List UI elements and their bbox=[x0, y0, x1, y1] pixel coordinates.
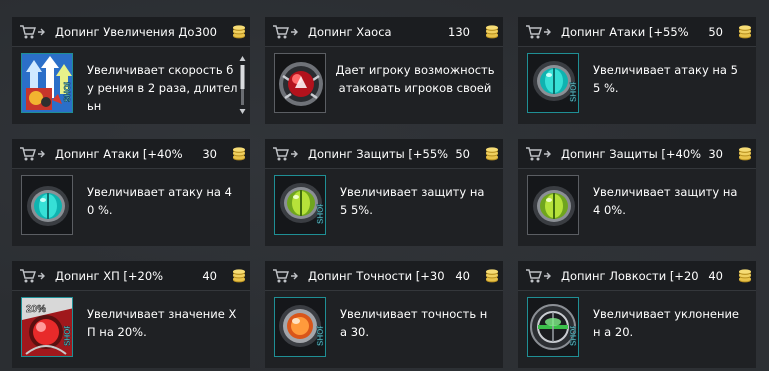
cyan-attack-orb-icon[interactable]: SHOP bbox=[527, 53, 579, 113]
shop-badge: SHOP bbox=[316, 326, 325, 346]
cyan-attack-orb-icon[interactable] bbox=[21, 175, 73, 235]
cart-arrow-icon[interactable] bbox=[19, 268, 46, 284]
item-header: Допинг ХП [+20% 40 bbox=[12, 261, 250, 291]
cart-arrow-icon[interactable] bbox=[525, 24, 552, 40]
cart-arrow-icon[interactable] bbox=[525, 146, 552, 162]
orange-accuracy-orb-icon[interactable]: SHOP bbox=[274, 297, 326, 357]
shop-badge: SHOP bbox=[569, 82, 578, 102]
item-description: Дает игроку возможность атаковать игроко… bbox=[335, 63, 495, 95]
coin-stack-icon bbox=[486, 25, 498, 39]
item-header: Допинг Атаки [+40% 30 bbox=[12, 139, 250, 169]
shop-badge: SHOP bbox=[63, 326, 72, 346]
item-header: Допинг Ловкости [+20 40 bbox=[518, 261, 756, 291]
shop-item-card[interactable]: Допинг Защиты [+40% 30 Увеличивает защит… bbox=[518, 139, 756, 246]
item-body: SHOP Увеличивает точность на 30. bbox=[265, 291, 503, 368]
item-description: Увеличивает значение Х П на 20%. bbox=[87, 307, 237, 339]
item-body: SHOP Увеличивает скорость бу рения в 2 р… bbox=[12, 47, 250, 124]
item-price: 40 bbox=[455, 269, 470, 283]
shop-badge: SHOP bbox=[316, 204, 325, 224]
svg-text:20%: 20% bbox=[26, 304, 46, 315]
svg-text:SHOP: SHOP bbox=[63, 82, 72, 102]
shop-item-card[interactable]: Допинг Защиты [+55% 50 SHOP Увеличивает … bbox=[265, 139, 503, 246]
item-header: Допинг Атаки [+55% 50 bbox=[518, 17, 756, 47]
item-body: SHOP Увеличивает защиту на 5 5%. bbox=[265, 169, 503, 246]
coin-stack-icon bbox=[233, 25, 245, 39]
shop-item-card[interactable]: Допинг Атаки [+40% 30 Увеличивает атаку … bbox=[12, 139, 250, 246]
cart-arrow-icon[interactable] bbox=[19, 146, 46, 162]
item-price: 30 bbox=[708, 147, 723, 161]
shop-badge: SHOP bbox=[569, 326, 578, 346]
cart-arrow-icon[interactable] bbox=[19, 24, 46, 40]
coin-stack-icon bbox=[233, 269, 245, 283]
item-header: Допинг Точности [+30 40 bbox=[265, 261, 503, 291]
item-body: Увеличивает защиту на 4 0%. bbox=[518, 169, 756, 246]
cart-arrow-icon[interactable] bbox=[272, 146, 299, 162]
cart-arrow-icon[interactable] bbox=[272, 24, 299, 40]
item-price: 50 bbox=[708, 25, 723, 39]
coin-stack-icon bbox=[486, 147, 498, 161]
item-header: Допинг Защиты [+40% 30 bbox=[518, 139, 756, 169]
item-header: Допинг Хаоса 130 bbox=[265, 17, 503, 47]
chaos-orb-icon[interactable] bbox=[274, 53, 326, 113]
item-header: Допинг Увеличения До.. 300 bbox=[12, 17, 250, 47]
shop-item-grid: Допинг Увеличения До.. 300 SHOP Увеличив… bbox=[12, 17, 756, 368]
item-price: 40 bbox=[708, 269, 723, 283]
svg-text:SHOP: SHOP bbox=[63, 326, 72, 346]
coin-stack-icon bbox=[739, 269, 751, 283]
item-price: 30 bbox=[202, 147, 217, 161]
item-description: Увеличивает атаку на 55 %. bbox=[593, 63, 738, 95]
cart-arrow-icon[interactable] bbox=[525, 268, 552, 284]
cart-arrow-icon[interactable] bbox=[272, 268, 299, 284]
doping-shop-panel: Допинг Увеличения До.. 300 SHOP Увеличив… bbox=[0, 0, 769, 371]
item-price: 40 bbox=[202, 269, 217, 283]
description-scrollbar[interactable] bbox=[238, 55, 247, 115]
item-description: Увеличивает защиту на 4 0%. bbox=[593, 185, 738, 217]
item-body: 20% SHOP Увеличивает значение Х П на 20%… bbox=[12, 291, 250, 368]
item-header: Допинг Защиты [+55% 50 bbox=[265, 139, 503, 169]
red-hp-orb-icon[interactable]: 20% SHOP bbox=[21, 297, 73, 357]
coin-stack-icon bbox=[739, 25, 751, 39]
coin-stack-icon bbox=[486, 269, 498, 283]
shop-item-card[interactable]: Допинг Хаоса 130 Дает игроку возможность… bbox=[265, 17, 503, 124]
item-description: Увеличивает уклонение н а 20. bbox=[593, 307, 740, 339]
item-description: Увеличивает точность на 30. bbox=[340, 307, 488, 339]
item-body: Увеличивает атаку на 40 %. bbox=[12, 169, 250, 246]
item-price: 300 bbox=[195, 25, 217, 39]
coin-stack-icon bbox=[233, 147, 245, 161]
green-agility-orb-icon[interactable]: SHOP bbox=[527, 297, 579, 357]
green-defense-orb-icon[interactable] bbox=[527, 175, 579, 235]
svg-text:SHOP: SHOP bbox=[569, 326, 578, 346]
item-price: 50 bbox=[455, 147, 470, 161]
drill-speed-boost-icon[interactable]: SHOP bbox=[21, 53, 73, 113]
item-description: Увеличивает защиту на 5 5%. bbox=[340, 185, 485, 217]
item-body: SHOP Увеличивает уклонение н а 20. bbox=[518, 291, 756, 368]
item-body: SHOP Увеличивает атаку на 55 %. bbox=[518, 47, 756, 124]
shop-item-card[interactable]: Допинг Увеличения До.. 300 SHOP Увеличив… bbox=[12, 17, 250, 124]
item-description: Увеличивает скорость бу рения в 2 раза, … bbox=[87, 63, 238, 113]
shop-item-card[interactable]: Допинг ХП [+20% 40 20% SHOP Увеличивает … bbox=[12, 261, 250, 368]
shop-item-card[interactable]: Допинг Точности [+30 40 SHOP Увеличивает… bbox=[265, 261, 503, 368]
green-defense-orb-icon[interactable]: SHOP bbox=[274, 175, 326, 235]
shop-item-card[interactable]: Допинг Ловкости [+20 40 SHOP Увеличивает… bbox=[518, 261, 756, 368]
shop-item-card[interactable]: Допинг Атаки [+55% 50 SHOP Увеличивает а… bbox=[518, 17, 756, 124]
svg-text:SHOP: SHOP bbox=[569, 82, 578, 102]
shop-badge: SHOP bbox=[63, 82, 72, 102]
item-price: 130 bbox=[448, 25, 470, 39]
item-body: Дает игроку возможность атаковать игроко… bbox=[265, 47, 503, 124]
svg-text:SHOP: SHOP bbox=[316, 326, 325, 346]
item-description: Увеличивает атаку на 40 %. bbox=[87, 185, 232, 217]
svg-text:SHOP: SHOP bbox=[316, 204, 325, 224]
coin-stack-icon bbox=[739, 147, 751, 161]
